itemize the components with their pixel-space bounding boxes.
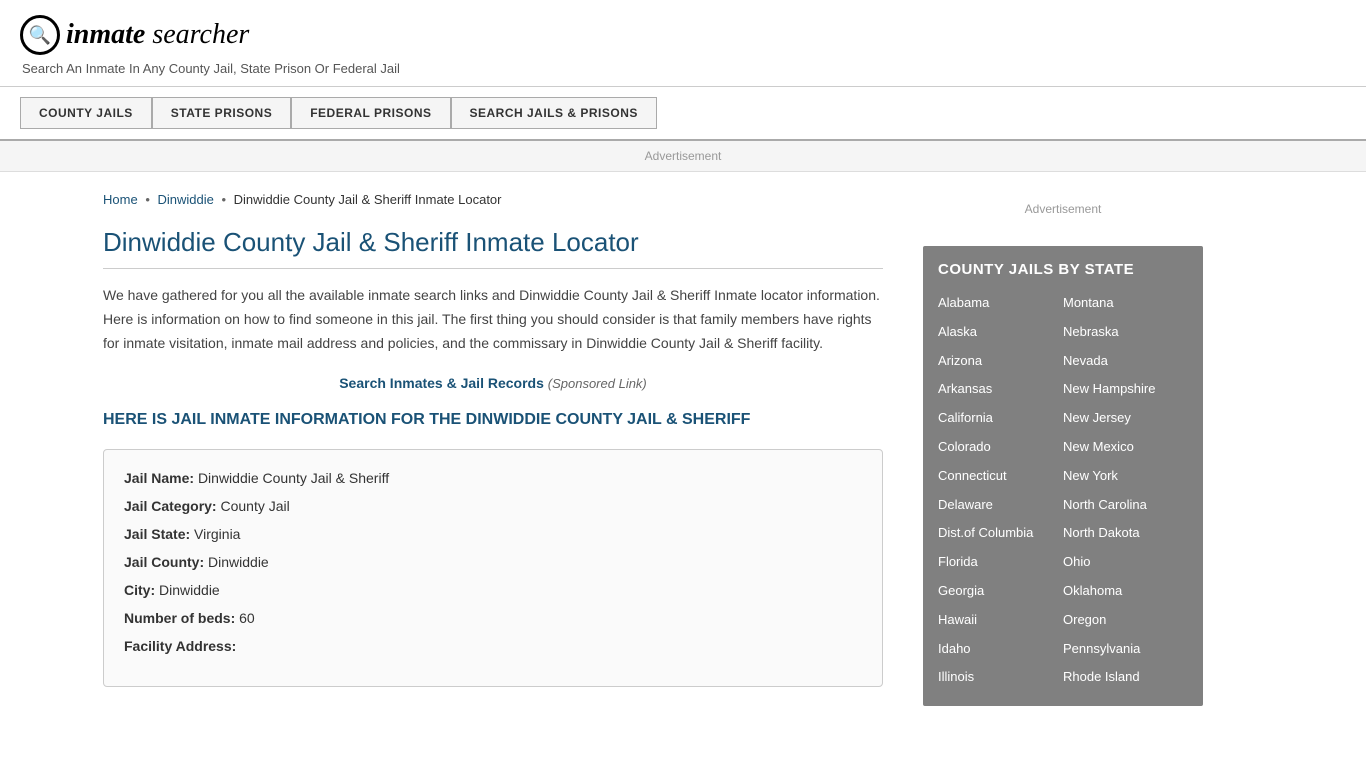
state-link-montana[interactable]: Montana — [1063, 290, 1188, 317]
breadcrumb-home[interactable]: Home — [103, 192, 138, 207]
jail-state-label: Jail State: — [124, 526, 190, 542]
page-title: Dinwiddie County Jail & Sheriff Inmate L… — [103, 227, 883, 269]
jail-category-label: Jail Category: — [124, 498, 217, 514]
county-jails-by-state-box: COUNTY JAILS BY STATE AlabamaMontanaAlas… — [923, 246, 1203, 706]
county-jails-title: COUNTY JAILS BY STATE — [938, 261, 1188, 278]
logo-area: 🔍 inmate searcher — [20, 15, 1346, 55]
jail-county-row: Jail County: Dinwiddie — [124, 554, 862, 570]
state-link-illinois[interactable]: Illinois — [938, 664, 1063, 691]
sponsored-text: (Sponsored Link) — [548, 376, 647, 391]
jail-state-val: Virginia — [194, 526, 240, 542]
jail-beds-val: 60 — [239, 610, 255, 626]
state-link-pennsylvania[interactable]: Pennsylvania — [1063, 636, 1188, 663]
nav-search-jails[interactable]: SEARCH JAILS & PRISONS — [451, 97, 657, 129]
tagline: Search An Inmate In Any County Jail, Sta… — [22, 61, 1346, 76]
header: 🔍 inmate searcher Search An Inmate In An… — [0, 0, 1366, 87]
content-area: Home • Dinwiddie • Dinwiddie County Jail… — [103, 172, 903, 726]
state-link-connecticut[interactable]: Connecticut — [938, 463, 1063, 490]
jail-city-row: City: Dinwiddie — [124, 582, 862, 598]
breadcrumb-sep2: • — [221, 192, 229, 207]
nav-state-prisons[interactable]: STATE PRISONS — [152, 97, 291, 129]
jail-beds-label: Number of beds: — [124, 610, 235, 626]
jail-address-label: Facility Address: — [124, 638, 236, 654]
state-link-new-mexico[interactable]: New Mexico — [1063, 434, 1188, 461]
jail-name-val: Dinwiddie County Jail & Sheriff — [198, 470, 389, 486]
state-link-oregon[interactable]: Oregon — [1063, 607, 1188, 634]
description-text: We have gathered for you all the availab… — [103, 284, 883, 355]
search-link-area: Search Inmates & Jail Records (Sponsored… — [103, 375, 883, 391]
state-link-nevada[interactable]: Nevada — [1063, 348, 1188, 375]
state-link-oklahoma[interactable]: Oklahoma — [1063, 578, 1188, 605]
jail-cat-val: County Jail — [220, 498, 289, 514]
main-layout: Home • Dinwiddie • Dinwiddie County Jail… — [83, 172, 1283, 726]
jail-beds-row: Number of beds: 60 — [124, 610, 862, 626]
nav-bar: COUNTY JAILS STATE PRISONS FEDERAL PRISO… — [0, 87, 1366, 141]
breadcrumb-parent[interactable]: Dinwiddie — [157, 192, 213, 207]
state-link-georgia[interactable]: Georgia — [938, 578, 1063, 605]
state-link-arizona[interactable]: Arizona — [938, 348, 1063, 375]
jail-county-label: Jail County: — [124, 554, 204, 570]
jail-info-box: Jail Name: Dinwiddie County Jail & Sheri… — [103, 449, 883, 687]
breadcrumb-current: Dinwiddie County Jail & Sheriff Inmate L… — [234, 192, 502, 207]
states-grid: AlabamaMontanaAlaskaNebraskaArizonaNevad… — [938, 290, 1188, 691]
jail-name-label: Jail Name: — [124, 470, 194, 486]
jail-category-row: Jail Category: County Jail — [124, 498, 862, 514]
logo-icon: 🔍 — [20, 15, 60, 55]
top-advertisement: Advertisement — [0, 141, 1366, 172]
logo-text: inmate searcher — [66, 19, 249, 51]
state-link-north-carolina[interactable]: North Carolina — [1063, 492, 1188, 519]
state-link-nebraska[interactable]: Nebraska — [1063, 319, 1188, 346]
jail-city-val: Dinwiddie — [159, 582, 220, 598]
state-link-new-york[interactable]: New York — [1063, 463, 1188, 490]
state-link-arkansas[interactable]: Arkansas — [938, 376, 1063, 403]
state-link-new-hampshire[interactable]: New Hampshire — [1063, 376, 1188, 403]
jail-city-label: City: — [124, 582, 155, 598]
nav-federal-prisons[interactable]: FEDERAL PRISONS — [291, 97, 450, 129]
nav-county-jails[interactable]: COUNTY JAILS — [20, 97, 152, 129]
state-link-florida[interactable]: Florida — [938, 549, 1063, 576]
sidebar: Advertisement COUNTY JAILS BY STATE Alab… — [903, 172, 1203, 726]
state-link-delaware[interactable]: Delaware — [938, 492, 1063, 519]
state-link-north-dakota[interactable]: North Dakota — [1063, 520, 1188, 547]
jail-county-val: Dinwiddie — [208, 554, 269, 570]
state-link-colorado[interactable]: Colorado — [938, 434, 1063, 461]
state-link-hawaii[interactable]: Hawaii — [938, 607, 1063, 634]
state-link-california[interactable]: California — [938, 405, 1063, 432]
state-link-dist.of-columbia[interactable]: Dist.of Columbia — [938, 520, 1063, 547]
state-link-ohio[interactable]: Ohio — [1063, 549, 1188, 576]
jail-name-row: Jail Name: Dinwiddie County Jail & Sheri… — [124, 470, 862, 486]
state-link-rhode-island[interactable]: Rhode Island — [1063, 664, 1188, 691]
state-link-alaska[interactable]: Alaska — [938, 319, 1063, 346]
state-link-idaho[interactable]: Idaho — [938, 636, 1063, 663]
search-inmates-link[interactable]: Search Inmates & Jail Records — [339, 375, 544, 391]
nav-buttons: COUNTY JAILS STATE PRISONS FEDERAL PRISO… — [20, 97, 1346, 129]
sidebar-advertisement: Advertisement — [923, 192, 1203, 226]
state-link-new-jersey[interactable]: New Jersey — [1063, 405, 1188, 432]
breadcrumb-sep1: • — [145, 192, 153, 207]
state-link-alabama[interactable]: Alabama — [938, 290, 1063, 317]
jail-address-row: Facility Address: — [124, 638, 862, 654]
section-heading: HERE IS JAIL INMATE INFORMATION FOR THE … — [103, 411, 883, 429]
jail-state-row: Jail State: Virginia — [124, 526, 862, 542]
breadcrumb: Home • Dinwiddie • Dinwiddie County Jail… — [103, 192, 883, 207]
